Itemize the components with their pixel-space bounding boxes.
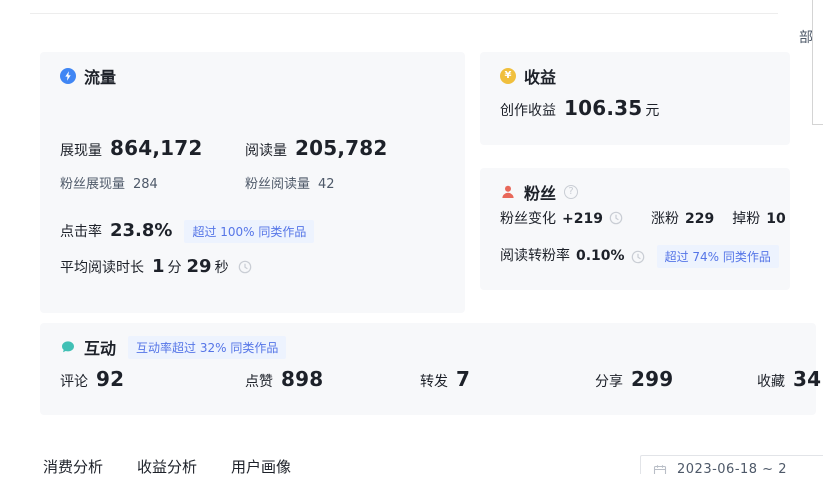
fans-change-label: 粉丝变化 [500, 208, 556, 228]
read-conversion-row: 阅读转粉率 0.10% 超过 74% 同类作品 [500, 245, 779, 268]
bottom-clip-mask [0, 474, 823, 499]
interaction-card-title: 互动 互动率超过 32% 同类作品 [60, 335, 286, 359]
read-time-label: 平均阅读时长 [60, 257, 144, 277]
shares-stat: 分享 299 [595, 367, 673, 391]
ctr-benchmark-badge: 超过 100% 同类作品 [184, 220, 314, 243]
creation-revenue-stat: 创作收益 106.35 元 [500, 96, 662, 120]
ctr-value: 23.8% [110, 220, 172, 241]
fan-reads-label: 粉丝阅读量 [245, 173, 310, 192]
chat-bubble-icon [60, 339, 76, 355]
revenue-card-title: ¥ 收益 [500, 64, 556, 88]
history-clock-icon[interactable] [238, 260, 252, 274]
top-divider [30, 13, 778, 14]
shares-value: 299 [631, 367, 673, 391]
comments-label: 评论 [60, 371, 88, 391]
read-time-minutes-unit: 分 [168, 257, 182, 277]
history-clock-icon[interactable] [631, 250, 645, 264]
read-time-seconds-unit: 秒 [215, 257, 229, 277]
reposts-value: 7 [456, 367, 470, 391]
shares-label: 分享 [595, 371, 623, 391]
help-question-icon[interactable]: ? [564, 185, 578, 199]
read-conversion-value: 0.10% [576, 248, 625, 264]
fans-change-value: +219 [562, 211, 603, 227]
conversion-benchmark-badge: 超过 74% 同类作品 [657, 245, 779, 268]
likes-value: 898 [281, 367, 323, 391]
likes-stat: 点赞 898 [245, 367, 323, 391]
reads-stat: 阅读量 205,782 [245, 136, 388, 160]
lightning-icon [60, 68, 76, 84]
fans-loss-label: 掉粉 [732, 208, 760, 228]
interaction-benchmark-badge: 互动率超过 32% 同类作品 [128, 336, 286, 359]
person-icon [500, 184, 516, 200]
impressions-value: 864,172 [110, 136, 203, 160]
fans-title: 粉丝 [524, 180, 556, 204]
comments-value: 92 [96, 367, 124, 391]
reposts-stat: 转发 7 [420, 367, 470, 391]
fan-impressions-stat: 粉丝展现量 284 [60, 173, 158, 192]
fan-reads-stat: 粉丝阅读量 42 [245, 173, 335, 192]
traffic-card: 流量 展现量 864,172 阅读量 205,782 粉丝展现量 284 粉丝阅… [40, 52, 465, 313]
traffic-card-title: 流量 [60, 64, 116, 88]
read-conversion-label: 阅读转粉率 [500, 245, 570, 265]
fan-impressions-value: 284 [133, 177, 158, 192]
yen-coin-icon: ¥ [500, 68, 516, 84]
read-time-stat: 平均阅读时长 1 分 29 秒 [60, 256, 252, 277]
impressions-label: 展现量 [60, 140, 102, 160]
impressions-stat: 展现量 864,172 [60, 136, 203, 160]
creation-revenue-unit: 元 [645, 100, 659, 120]
floating-panel-edge [812, 0, 823, 125]
ctr-label: 点击率 [60, 221, 102, 241]
interaction-card: 互动 互动率超过 32% 同类作品 评论 92 点赞 898 转发 7 分享 2… [40, 323, 816, 415]
revenue-title: 收益 [524, 64, 556, 88]
read-time-seconds: 29 [187, 256, 212, 277]
revenue-card: ¥ 收益 创作收益 106.35 元 [480, 52, 790, 145]
traffic-title: 流量 [84, 64, 116, 88]
creation-revenue-value: 106.35 [564, 96, 642, 120]
favorites-value: 34 [793, 367, 821, 391]
fans-card: 粉丝 ? 粉丝变化 +219 涨粉 229 掉粉 10 阅读转粉率 0.10% … [480, 168, 790, 290]
reads-label: 阅读量 [245, 140, 287, 160]
reposts-label: 转发 [420, 371, 448, 391]
likes-label: 点赞 [245, 371, 273, 391]
favorites-stat: 收藏 34 [757, 367, 821, 391]
fans-loss-value: 10 [766, 211, 785, 227]
fans-card-title: 粉丝 ? [500, 180, 578, 204]
fan-reads-value: 42 [318, 177, 335, 192]
interaction-title: 互动 [84, 335, 116, 359]
read-time-minutes: 1 [152, 256, 165, 277]
favorites-label: 收藏 [757, 371, 785, 391]
fans-gain-label: 涨粉 [651, 208, 679, 228]
fans-change-row: 粉丝变化 +219 涨粉 229 掉粉 10 [500, 208, 786, 228]
fans-gain-value: 229 [685, 211, 714, 227]
ctr-stat: 点击率 23.8% 超过 100% 同类作品 [60, 220, 314, 243]
fan-impressions-label: 粉丝展现量 [60, 173, 125, 192]
comments-stat: 评论 92 [60, 367, 124, 391]
history-clock-icon[interactable] [609, 211, 623, 225]
creation-revenue-label: 创作收益 [500, 100, 556, 120]
reads-value: 205,782 [295, 136, 388, 160]
top-right-partial-text: 部 [799, 27, 813, 47]
